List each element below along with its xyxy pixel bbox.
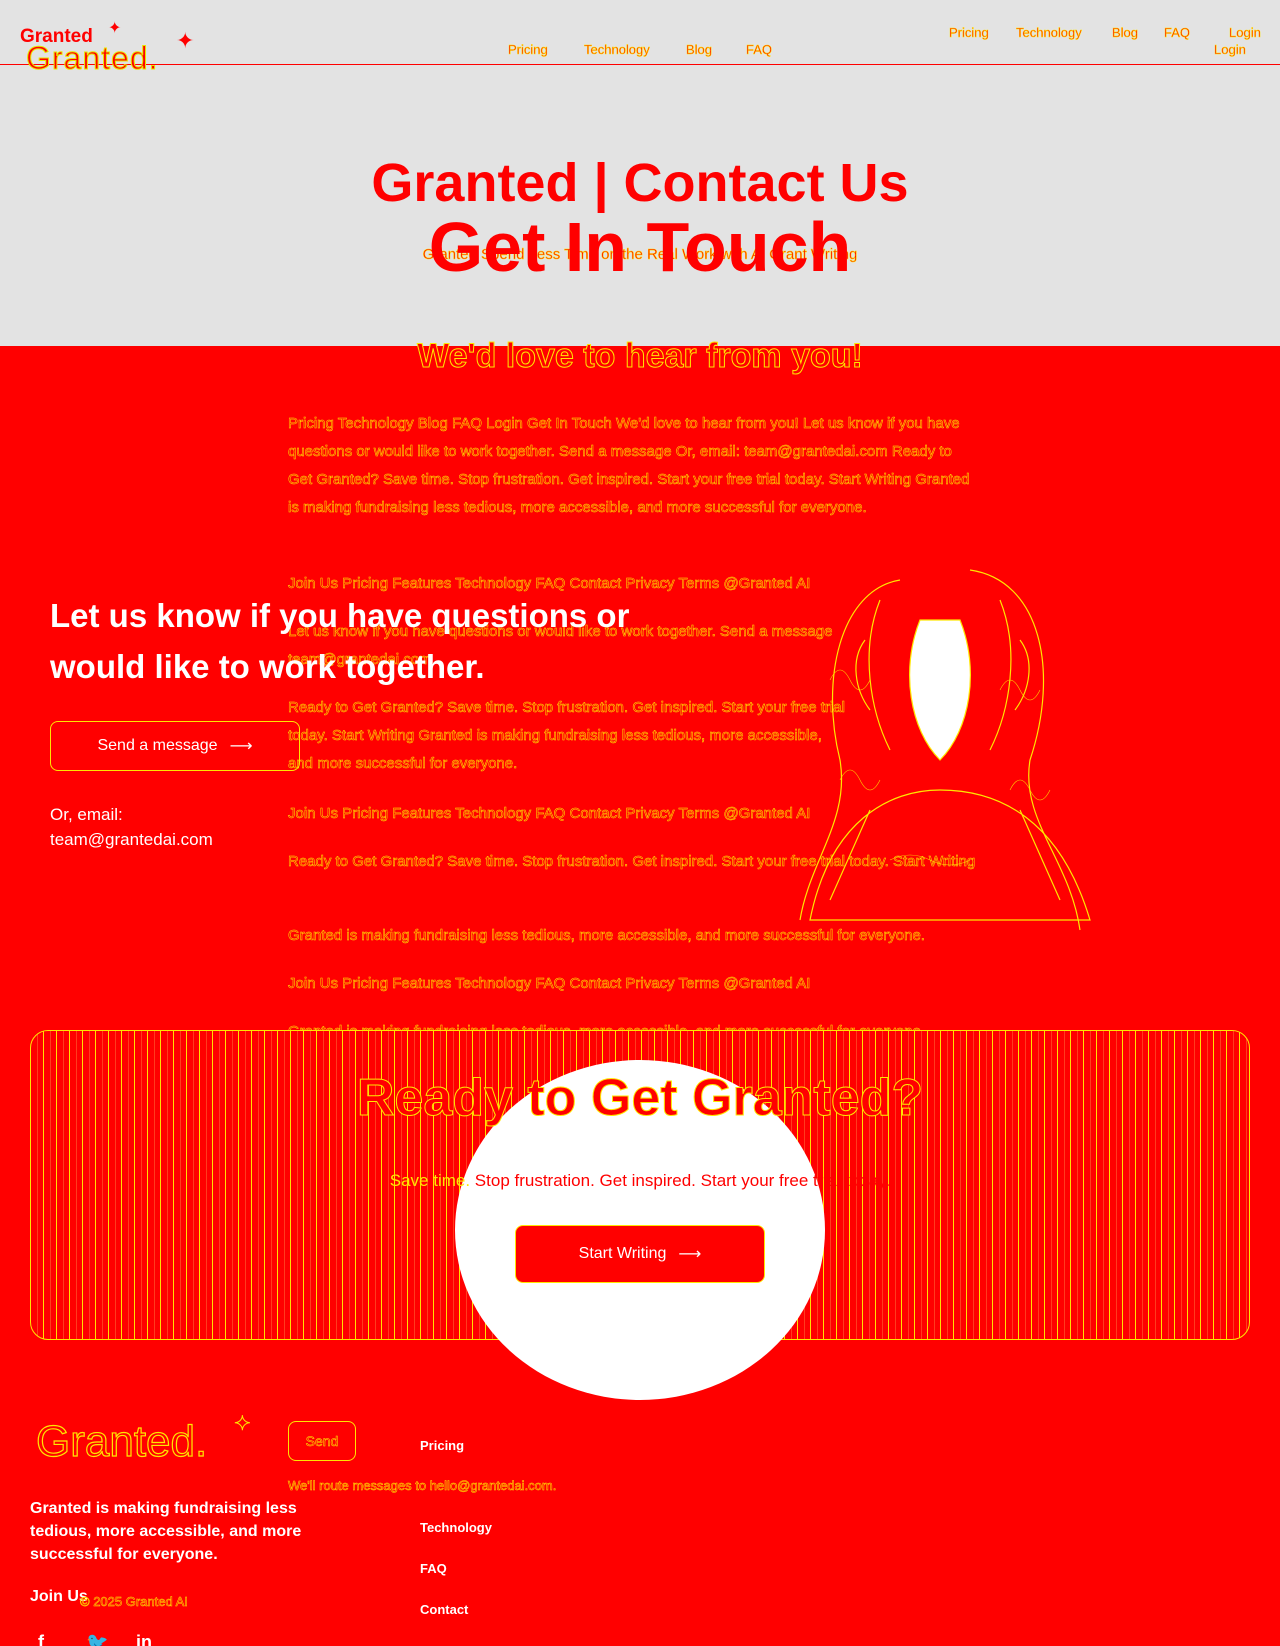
send-message-label: Send a message: [97, 737, 218, 754]
nav-right-technology[interactable]: Technology: [1016, 25, 1082, 41]
nav-right-blog[interactable]: Blog: [1112, 25, 1139, 41]
nav-right-faq[interactable]: FAQ: [1164, 25, 1191, 41]
cta-title: Ready to Get Granted?: [356, 1069, 924, 1128]
arrow-right-icon: ⟶: [229, 738, 253, 755]
twitter-icon[interactable]: 🐦: [86, 1632, 110, 1646]
footer-link-contact[interactable]: Contact: [420, 1602, 468, 1617]
contact-heading: Let us know if you have questions or wou…: [50, 597, 630, 685]
nav-faq[interactable]: FAQ: [746, 42, 773, 58]
email-link[interactable]: team@grantedai.com: [50, 827, 213, 852]
arrow-right-icon: ⟶: [678, 1246, 702, 1263]
cta-subtitle-text: Stop frustration. Get inspired. Start yo…: [474, 1171, 891, 1190]
nav-right-pricing[interactable]: Pricing: [949, 25, 989, 41]
cta-subtitle: Save time. Stop frustration. Get inspire…: [0, 1171, 1280, 1191]
body-text-block: Join Us Pricing Features Technology FAQ …: [288, 975, 811, 993]
linkedin-icon[interactable]: in: [136, 1632, 160, 1646]
login-link-secondary[interactable]: Login: [1214, 42, 1246, 58]
footer-tagline: Granted is making fundraising less tedio…: [30, 1500, 302, 1563]
footer-logo-text: Granted.: [36, 1417, 207, 1466]
cta-subtitle-prefix: Save time.: [389, 1171, 471, 1190]
footer-reply-text: We'll route messages to hello@grantedai.…: [288, 1478, 557, 1494]
footer-send-button[interactable]: Send: [288, 1421, 356, 1461]
body-text-block: Pricing Technology Blog FAQ Login Get In…: [288, 415, 970, 517]
footer-link-faq[interactable]: FAQ: [420, 1561, 447, 1576]
footer-copyright: © 2025 Granted AI: [80, 1594, 188, 1610]
footer-link-technology[interactable]: Technology: [420, 1520, 492, 1535]
footer-link-pricing[interactable]: Pricing: [420, 1438, 464, 1453]
nav-pricing[interactable]: Pricing: [508, 42, 548, 58]
section-heading: We'd love to hear from you!: [417, 337, 864, 376]
logo-large[interactable]: Granted.: [26, 40, 159, 77]
header-divider: [0, 64, 1280, 65]
email-block: Or, email: team@grantedai.com: [50, 802, 213, 852]
footer-logo[interactable]: Granted. ✦: [34, 1408, 264, 1468]
login-link[interactable]: Login: [1229, 25, 1261, 41]
sparkle-icon: ✦: [108, 20, 122, 37]
start-writing-button[interactable]: Start Writing ⟶: [515, 1225, 765, 1283]
nav-technology[interactable]: Technology: [584, 42, 650, 58]
hero-overlay-title: Get In Touch: [428, 208, 852, 286]
email-label: Or, email:: [50, 805, 123, 824]
body-text-block: Ready to Get Granted? Save time. Stop fr…: [288, 699, 845, 773]
person-illustration: [799, 569, 1091, 931]
nav-blog[interactable]: Blog: [686, 42, 713, 58]
sparkle-icon: ✦: [176, 28, 195, 53]
sparkle-icon: ✦: [234, 1413, 251, 1435]
page-title: Granted | Contact Us: [371, 153, 909, 213]
start-writing-label: Start Writing: [578, 1245, 667, 1262]
send-message-button[interactable]: Send a message ⟶: [50, 721, 300, 771]
facebook-icon[interactable]: f: [38, 1632, 62, 1646]
